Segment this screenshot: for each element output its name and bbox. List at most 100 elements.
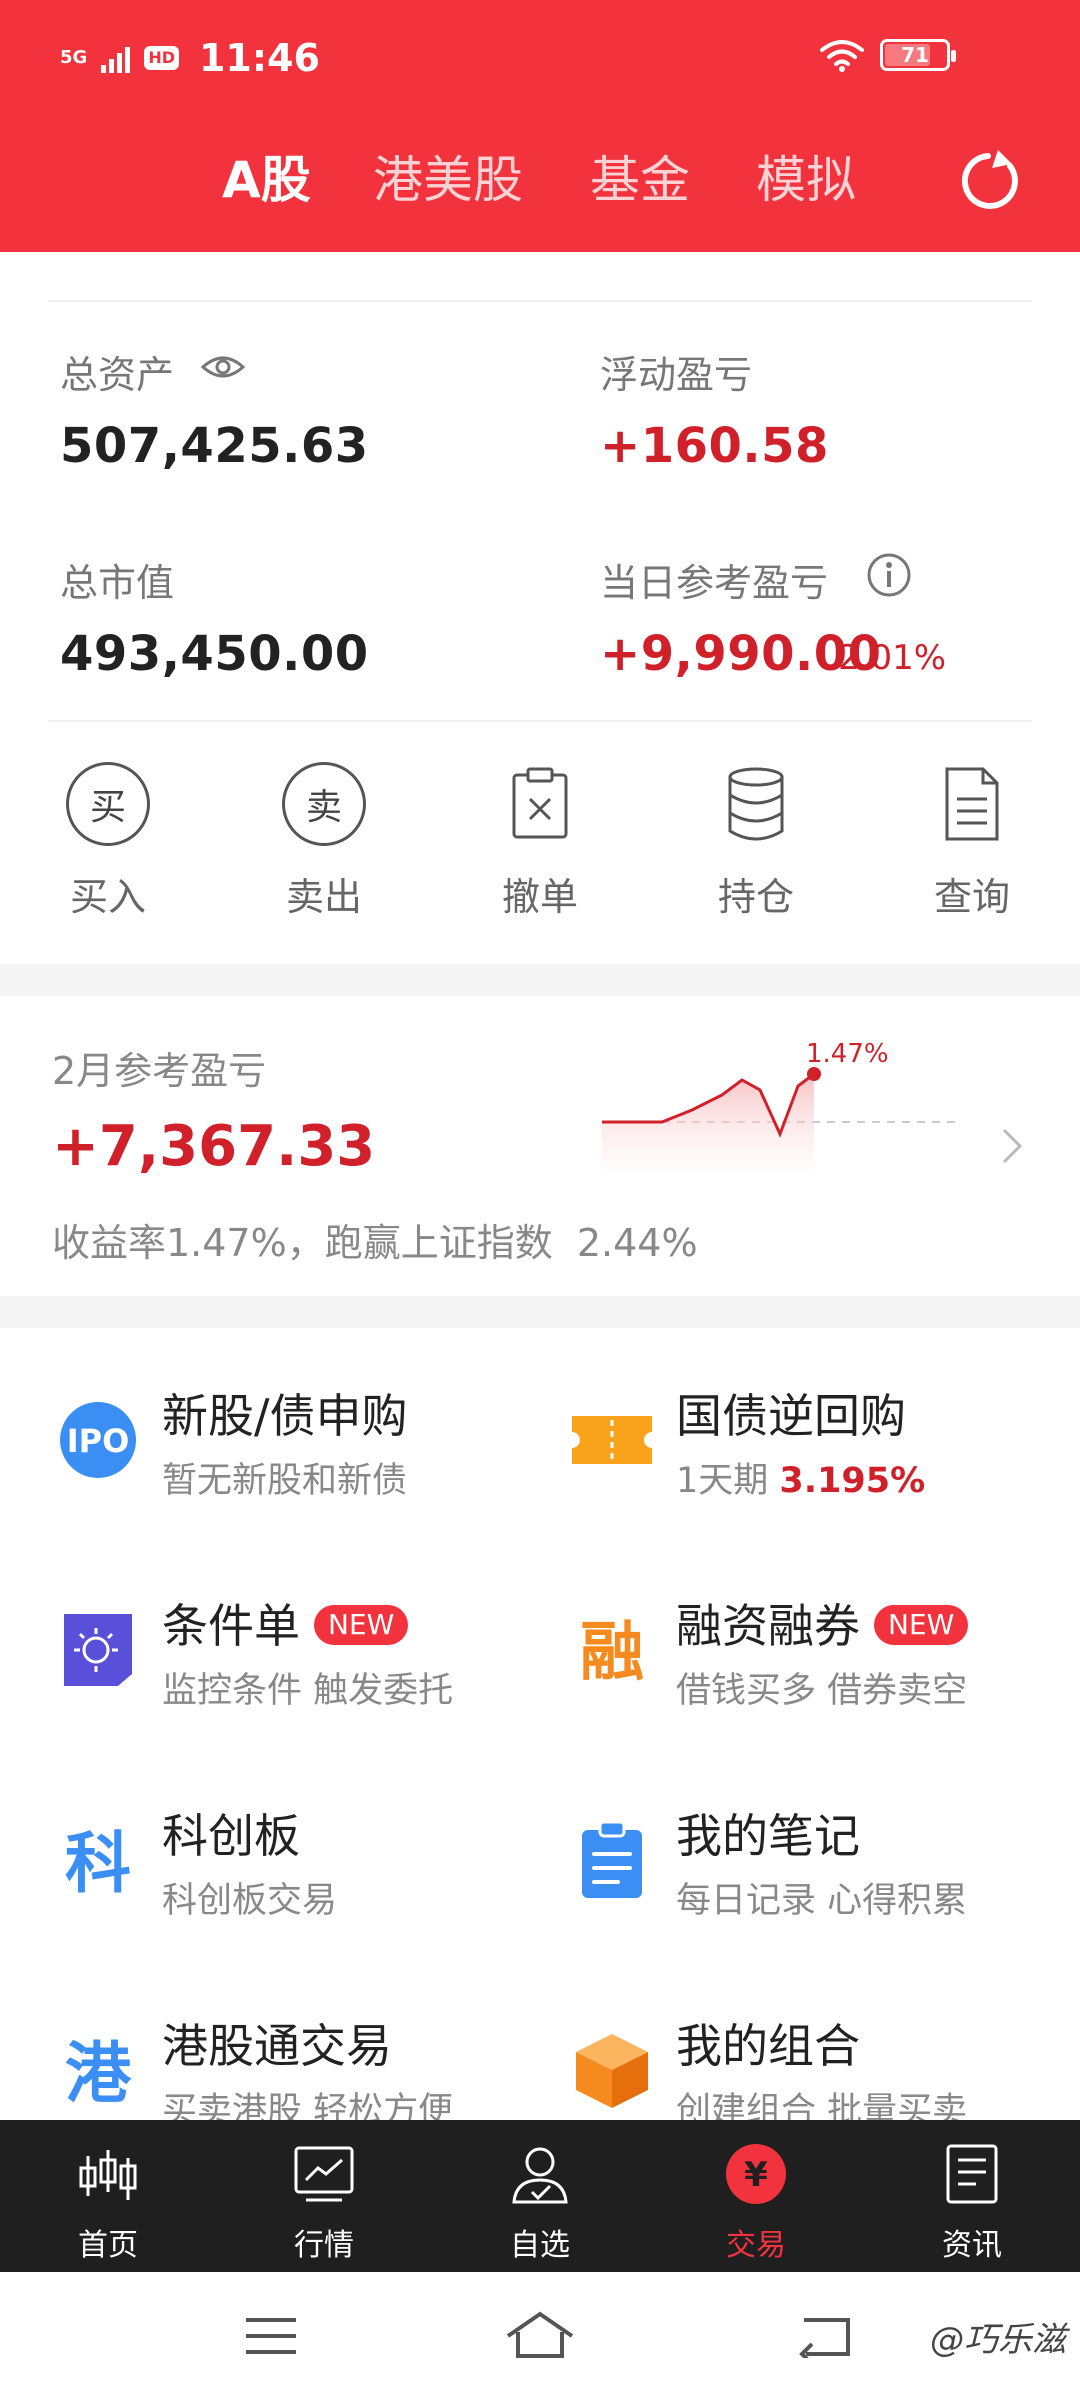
query-button[interactable]: 查询 (912, 762, 1032, 921)
cancel-order-label: 撤单 (501, 875, 578, 919)
floating-pl-value: +160.58 (600, 418, 829, 474)
monthly-pl-card[interactable]: 2月参考盈亏 +7,367.33 收益率1.47%，跑赢上证指数 2.44% 1… (0, 996, 1080, 1296)
monthly-return-text: 收益率1.47%，跑赢上证指数 2.44% (52, 1221, 698, 1265)
service-title: 新股/债申购 (162, 1389, 408, 1443)
service-title: 我的笔记 (676, 1809, 860, 1863)
tab-funds[interactable]: 基金 (590, 140, 690, 220)
cancel-order-icon (498, 762, 582, 846)
total-assets-label: 总资产 (60, 353, 175, 397)
nav-label: 资讯 (942, 2228, 1002, 2263)
monthly-pl-sparkline: 1.47% (602, 1040, 962, 1170)
condition-order-icon (58, 1610, 138, 1690)
svg-text:IPO: IPO (67, 1422, 130, 1460)
ticket-icon (572, 1400, 652, 1480)
floating-pl-label: 浮动盈亏 (600, 353, 753, 397)
signal-bars-icon (101, 43, 131, 73)
market-value-value: 493,450.00 (60, 626, 369, 682)
chart-screen-icon (294, 2146, 354, 2202)
svg-text:¥: ¥ (744, 2155, 768, 2195)
service-title: 科创板 (162, 1809, 300, 1863)
service-title: 港股通交易 (162, 2019, 392, 2073)
app-header: 5G HD 11:46 71 A股 港美股 基金 模拟 (0, 0, 1080, 252)
monthly-pl-title: 2月参考盈亏 (52, 1049, 267, 1093)
news-icon (946, 2144, 998, 2204)
sparkline-end-point (807, 1067, 821, 1081)
hd-voice-icon: HD (144, 46, 179, 70)
battery-icon: 71 (880, 39, 956, 71)
hk-connect-icon: 港 (58, 2030, 138, 2112)
info-icon[interactable] (866, 552, 912, 598)
sell-icon: 卖 (282, 762, 366, 846)
tab-a-shares[interactable]: A股 (222, 140, 311, 220)
nav-trade[interactable]: ¥ 交易 (686, 2142, 826, 2264)
system-navigation-bar: @巧乐滋 (0, 2272, 1080, 2400)
nav-label: 首页 (78, 2228, 138, 2263)
service-my-portfolio[interactable]: 我的组合 创建组合 批量买卖 (572, 2010, 1072, 2120)
market-tabs: A股 港美股 基金 模拟 (0, 140, 1080, 220)
back-icon[interactable] (796, 2314, 852, 2358)
service-subtitle: 暂无新股和新债 (162, 1461, 408, 1501)
service-subtitle: 创建组合 批量买卖 (676, 2091, 968, 2120)
wifi-icon (820, 40, 864, 72)
ipo-icon: IPO (58, 1400, 138, 1480)
market-value-label: 总市值 (60, 561, 175, 605)
positions-label: 持仓 (717, 875, 794, 919)
svg-text:港: 港 (65, 2035, 132, 2110)
services-grid: IPO 新股/债申购 暂无新股和新债 国债逆回购 1天期 3.195% 条件单 N… (0, 1328, 1080, 2120)
nav-quotes[interactable]: 行情 (254, 2142, 394, 2264)
network-type: 5G (60, 47, 88, 68)
sparkline-label: 1.47% (806, 1040, 889, 1069)
service-reverse-repo[interactable]: 国债逆回购 1天期 3.195% (572, 1380, 1072, 1520)
service-subtitle: 买卖港股 轻松方便 (162, 2091, 454, 2120)
service-conditional-order[interactable]: 条件单 NEW 监控条件 触发委托 (58, 1590, 558, 1730)
eye-icon[interactable] (200, 352, 246, 382)
svg-text:融: 融 (580, 1616, 644, 1690)
service-title: 国债逆回购 (676, 1389, 906, 1443)
trade-actions: 买 买入 卖 卖出 撤单 持仓 查询 (0, 762, 1080, 922)
new-badge: NEW (874, 1605, 969, 1645)
portfolio-icon (572, 2030, 652, 2110)
tab-hk-us-stocks[interactable]: 港美股 (373, 140, 523, 220)
query-label: 查询 (933, 875, 1010, 919)
database-icon (714, 762, 798, 846)
new-badge: NEW (314, 1605, 409, 1645)
margin-icon: 融 (572, 1610, 652, 1690)
service-title: 条件单 NEW (162, 1590, 409, 1656)
service-margin-trading[interactable]: 融 融资融券 NEW 借钱买多 借券卖空 (572, 1590, 1072, 1730)
yuan-icon: ¥ (726, 2144, 786, 2204)
refresh-icon[interactable] (958, 148, 1024, 214)
candlestick-icon (79, 2150, 137, 2200)
nav-watchlist[interactable]: 自选 (470, 2142, 610, 2264)
chevron-right-icon (1002, 1128, 1023, 1164)
nav-news[interactable]: 资讯 (902, 2142, 1042, 2264)
sell-button[interactable]: 卖 卖出 (264, 762, 384, 921)
service-title: 融资融券 NEW (676, 1590, 969, 1656)
user-check-icon (512, 2147, 568, 2204)
service-hk-connect[interactable]: 港 港股通交易 买卖港股 轻松方便 (58, 2010, 558, 2120)
buy-label: 买入 (69, 875, 146, 919)
nav-label: 交易 (726, 2228, 786, 2263)
buy-icon: 买 (66, 762, 150, 846)
buy-button[interactable]: 买 买入 (48, 762, 168, 921)
service-my-notes[interactable]: 我的笔记 每日记录 心得积累 (572, 1800, 1072, 1940)
daily-pl-label: 当日参考盈亏 (600, 561, 829, 605)
service-subtitle: 借钱买多 借券卖空 (676, 1671, 968, 1711)
status-bar: 5G HD 11:46 71 (0, 0, 1080, 120)
notes-icon (572, 1820, 652, 1900)
cancel-order-button[interactable]: 撤单 (480, 762, 600, 921)
tab-simulation[interactable]: 模拟 (756, 140, 856, 220)
repo-rate: 3.195% (779, 1461, 926, 1501)
service-ipo-subscription[interactable]: IPO 新股/债申购 暂无新股和新债 (58, 1380, 558, 1520)
divider (48, 300, 1032, 302)
nav-label: 自选 (510, 2228, 570, 2263)
menu-icon[interactable] (244, 2316, 298, 2356)
divider (48, 720, 1032, 722)
positions-button[interactable]: 持仓 (696, 762, 816, 921)
service-star-market[interactable]: 科 科创板 科创板交易 (58, 1800, 558, 1940)
document-icon (930, 762, 1014, 846)
home-icon[interactable] (504, 2310, 576, 2360)
nav-home[interactable]: 首页 (38, 2142, 178, 2264)
nav-label: 行情 (294, 2228, 354, 2263)
star-market-icon: 科 (58, 1820, 138, 1902)
battery-level: 71 (901, 43, 929, 67)
